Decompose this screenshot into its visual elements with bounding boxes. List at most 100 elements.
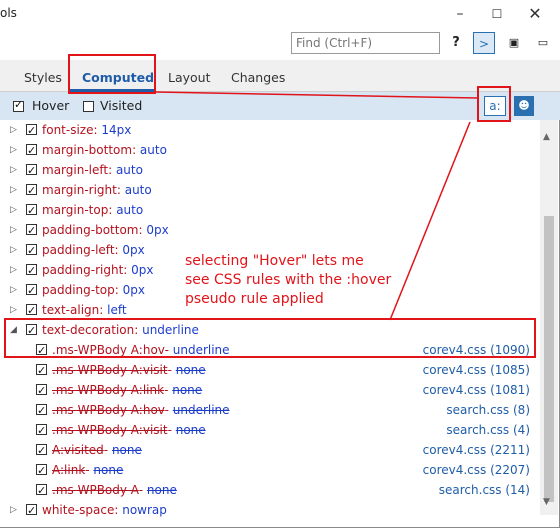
property-name: margin-bottom [42,143,133,157]
computed-tab-highlight [68,54,156,94]
property-name: margin-left [42,163,109,177]
property-value: auto [124,183,152,197]
property-value: auto [115,163,143,177]
expand-icon[interactable]: ▷ [10,120,17,140]
rule-checkbox[interactable] [36,401,47,421]
property-row[interactable]: ▷ white-space: nowrap [0,500,540,521]
window-title: ols [0,6,17,20]
property-row[interactable]: ▷ margin-left: auto [0,160,540,181]
rule-row[interactable]: .ms-WPBody A:hov- underline search.css (… [0,400,540,421]
scroll-thumb[interactable] [544,216,554,502]
property-checkbox[interactable] [26,261,37,281]
close-icon[interactable]: ✕ [521,4,549,24]
property-value: nowrap [122,503,167,517]
annotation-note: selecting "Hover" lets me see CSS rules … [185,252,415,309]
tab-layout[interactable]: Layout [168,70,211,85]
rule-checkbox[interactable] [36,381,47,401]
expand-icon[interactable]: ▷ [10,160,17,180]
property-value: auto [139,143,167,157]
expand-icon[interactable]: ▷ [10,300,17,320]
expand-icon[interactable]: ▷ [10,240,17,260]
property-checkbox[interactable] [26,221,37,241]
property-checkbox[interactable] [26,161,37,181]
console-icon[interactable]: > [473,32,495,54]
property-row[interactable]: ▷ margin-right: auto [0,180,540,201]
expand-icon[interactable]: ▷ [10,140,17,160]
vertical-scrollbar[interactable]: ▲ ▼ [540,120,558,515]
pseudo-button-highlight [477,86,511,122]
property-name: margin-right [42,183,117,197]
element-state-bar: Hover Visited a: ☻ [0,92,560,120]
rule-row[interactable]: .ms-WPBody A- none search.css (14) [0,480,540,501]
property-row[interactable]: ▷ font-size: 14px [0,120,540,141]
property-row[interactable]: ▷ padding-bottom: 0px [0,220,540,241]
rule-row[interactable]: A:visited- none corev4.css (2211) [0,440,540,461]
property-checkbox[interactable] [26,121,37,141]
rule-value: none [146,483,177,497]
annotation-line-1: selecting "Hover" lets me [185,253,364,269]
rule-source-link[interactable]: corev4.css (2211) [423,440,530,460]
annotation-line-2: see CSS rules with the :hover [185,272,392,288]
scroll-down-icon[interactable]: ▼ [543,497,550,507]
rule-checkbox[interactable] [36,481,47,501]
rule-value: none [175,363,206,377]
hover-checkbox[interactable] [13,98,24,112]
rule-source-link[interactable]: corev4.css (2207) [423,460,530,480]
property-checkbox[interactable] [26,181,37,201]
rule-selector: A:visited [52,443,104,457]
expand-icon[interactable]: ▷ [10,280,17,300]
property-checkbox[interactable] [26,301,37,321]
expand-icon[interactable]: ▷ [10,500,17,520]
rule-source-link[interactable]: search.css (8) [446,400,530,420]
rule-source-link[interactable]: search.css (14) [439,480,530,500]
user-styles-icon[interactable]: ☻ [514,96,534,116]
property-name: padding-bottom [42,223,139,237]
minimize-icon[interactable]: – [446,4,474,24]
rule-checkbox[interactable] [36,421,47,441]
property-row[interactable]: ▷ margin-top: auto [0,200,540,221]
find-input[interactable] [291,32,440,54]
rule-row[interactable]: .ms-WPBody A:link- none corev4.css (1081… [0,380,540,401]
rule-source-link[interactable]: corev4.css (1085) [423,360,530,380]
property-checkbox[interactable] [26,241,37,261]
tab-styles[interactable]: Styles [24,70,62,85]
expand-icon[interactable]: ▷ [10,260,17,280]
property-name: font-size [42,123,94,137]
property-row[interactable]: ▷ margin-bottom: auto [0,140,540,161]
title-bar: ols – ☐ ✕ [0,0,560,28]
rule-checkbox[interactable] [36,461,47,481]
expand-icon[interactable]: ▷ [10,220,17,240]
visited-checkbox[interactable] [83,101,94,112]
property-checkbox[interactable] [26,501,37,521]
rule-row[interactable]: .ms-WPBody A:visit- none search.css (4) [0,420,540,441]
property-checkbox[interactable] [26,201,37,221]
expand-icon[interactable]: ▷ [10,200,17,220]
property-name: padding-right [42,263,124,277]
maximize-icon[interactable]: ☐ [483,4,511,24]
rule-value: underline [172,403,230,417]
dock-icon[interactable]: ▣ [503,32,525,54]
rule-source-link[interactable]: search.css (4) [446,420,530,440]
scroll-up-icon[interactable]: ▲ [543,132,550,142]
expand-icon[interactable]: ▷ [10,180,17,200]
rule-checkbox[interactable] [36,361,47,381]
rule-value: none [172,383,203,397]
tab-changes[interactable]: Changes [231,70,285,85]
help-icon[interactable]: ? [445,32,467,54]
property-value: 14px [101,123,132,137]
property-checkbox[interactable] [26,281,37,301]
rule-row[interactable]: A:link- none corev4.css (2207) [0,460,540,481]
property-value: 0px [122,283,145,297]
property-name: white-space [42,503,115,517]
property-checkbox[interactable] [26,141,37,161]
property-name: padding-left [42,243,115,257]
property-value: left [107,303,127,317]
hover-label: Hover [32,98,70,113]
pin-icon[interactable]: ▭ [532,32,554,54]
rule-selector: .ms-WPBody A:visit [52,363,168,377]
rule-checkbox[interactable] [36,441,47,461]
rule-source-link[interactable]: corev4.css (1081) [423,380,530,400]
rule-value: none [111,443,142,457]
rule-row[interactable]: .ms-WPBody A:visit- none corev4.css (108… [0,360,540,381]
rule-selector: A:link [52,463,86,477]
